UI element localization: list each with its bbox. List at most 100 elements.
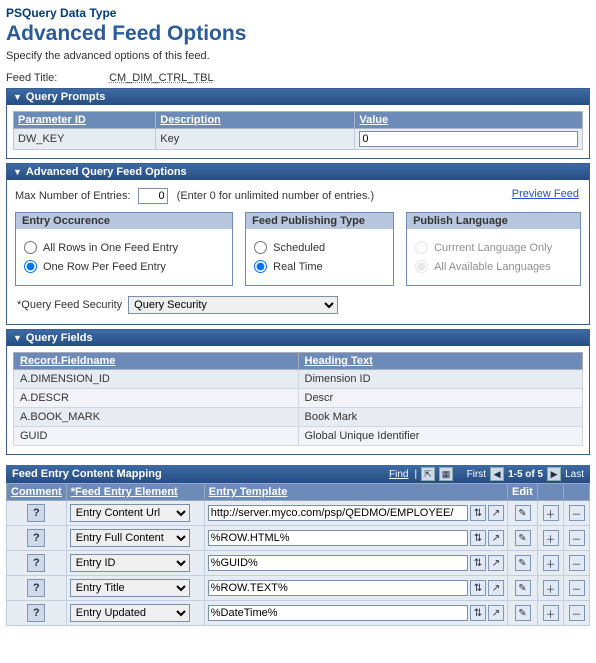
add-row-icon[interactable]: ＋ <box>543 505 559 521</box>
popup-icon[interactable]: ↗ <box>488 605 504 621</box>
prompt-param: DW_KEY <box>14 129 156 150</box>
add-row-icon[interactable]: ＋ <box>543 580 559 596</box>
entry-template-input[interactable] <box>208 555 468 571</box>
edit-icon[interactable]: ✎ <box>515 580 531 596</box>
mapping-table: Comment *Feed Entry Element Entry Templa… <box>6 483 590 626</box>
prompt-desc: Key <box>156 129 355 150</box>
radio-label: Real Time <box>273 261 323 273</box>
delete-row-icon[interactable]: － <box>569 530 585 546</box>
query-prompts-header[interactable]: ▼ Query Prompts <box>7 89 589 105</box>
feed-element-select[interactable]: Entry Content Url <box>70 504 190 522</box>
max-entries-input[interactable] <box>138 188 168 204</box>
spinner-icon[interactable]: ⇅ <box>470 505 486 521</box>
col-add <box>538 484 564 501</box>
delete-row-icon[interactable]: － <box>569 505 585 521</box>
prompts-table: Parameter ID Description Value DW_KEY Ke… <box>13 111 583 150</box>
nav-range: 1-5 of 5 <box>508 469 543 480</box>
edit-icon[interactable]: ✎ <box>515 555 531 571</box>
table-row: ? Entry ID ⇅↗ ✎ ＋ － <box>7 551 590 576</box>
field-heading: Dimension ID <box>298 370 583 389</box>
popup-icon[interactable]: ↗ <box>488 555 504 571</box>
spinner-icon[interactable]: ⇅ <box>470 605 486 621</box>
table-row: DW_KEY Key <box>14 129 583 150</box>
popup-icon[interactable]: ↗ <box>488 580 504 596</box>
add-row-icon[interactable]: ＋ <box>543 555 559 571</box>
max-entries-label: Max Number of Entries: <box>15 190 131 202</box>
table-row: A.BOOK_MARKBook Mark <box>14 408 583 427</box>
feed-element-select[interactable]: Entry Full Content <box>70 529 190 547</box>
spinner-icon[interactable]: ⇅ <box>470 580 486 596</box>
query-fields-section: ▼ Query Fields Record.Fieldname Heading … <box>6 329 590 455</box>
preview-feed-link[interactable]: Preview Feed <box>512 188 579 200</box>
radio-label: All Available Languages <box>434 261 551 273</box>
field-rec: A.DIMENSION_ID <box>14 370 299 389</box>
spinner-icon[interactable]: ⇅ <box>470 555 486 571</box>
delete-row-icon[interactable]: － <box>569 555 585 571</box>
entry-template-input[interactable] <box>208 530 468 546</box>
field-heading: Descr <box>298 389 583 408</box>
add-row-icon[interactable]: ＋ <box>543 605 559 621</box>
edit-icon[interactable]: ✎ <box>515 505 531 521</box>
advanced-options-header[interactable]: ▼ Advanced Query Feed Options <box>7 164 589 180</box>
field-heading: Book Mark <box>298 408 583 427</box>
add-row-icon[interactable]: ＋ <box>543 530 559 546</box>
feed-element-select[interactable]: Entry Title <box>70 579 190 597</box>
group-title: Publish Language <box>407 213 580 229</box>
radio-label: All Rows in One Feed Entry <box>43 242 178 254</box>
feed-security-select[interactable]: Query Security <box>128 296 338 314</box>
col-heading-text[interactable]: Heading Text <box>298 353 583 370</box>
scheduled-radio[interactable] <box>254 241 267 254</box>
grid-icon[interactable]: ▦ <box>439 467 453 481</box>
col-comment[interactable]: Comment <box>7 484 67 501</box>
entry-occurrence-group: Entry Occurence All Rows in One Feed Ent… <box>15 212 233 286</box>
section-title: Advanced Query Feed Options <box>26 166 187 178</box>
radio-label: One Row Per Feed Entry <box>43 261 166 273</box>
mapping-header: Feed Entry Content Mapping Find| ⇱ ▦ Fir… <box>6 465 590 483</box>
delete-row-icon[interactable]: － <box>569 605 585 621</box>
help-icon[interactable]: ? <box>27 604 45 622</box>
help-icon[interactable]: ? <box>27 504 45 522</box>
feed-element-select[interactable]: Entry Updated <box>70 604 190 622</box>
radio-label: Scheduled <box>273 242 325 254</box>
col-parameter-id[interactable]: Parameter ID <box>14 112 156 129</box>
mapping-title: Feed Entry Content Mapping <box>12 468 162 480</box>
find-link[interactable]: Find <box>389 469 408 480</box>
nav-last[interactable]: Last <box>565 469 584 480</box>
spinner-icon[interactable]: ⇅ <box>470 530 486 546</box>
col-description[interactable]: Description <box>156 112 355 129</box>
entry-all-rows-radio[interactable] <box>24 241 37 254</box>
entry-template-input[interactable] <box>208 505 468 521</box>
col-element[interactable]: *Feed Entry Element <box>66 484 204 501</box>
chevron-right-icon[interactable]: ▶ <box>547 467 561 481</box>
group-title: Feed Publishing Type <box>246 213 393 229</box>
edit-icon[interactable]: ✎ <box>515 530 531 546</box>
feed-title-value: CM_DIM_CTRL_TBL <box>89 72 214 84</box>
query-fields-header[interactable]: ▼ Query Fields <box>7 330 589 346</box>
realtime-radio[interactable] <box>254 260 267 273</box>
help-icon[interactable]: ? <box>27 529 45 547</box>
section-title: Query Fields <box>26 332 93 344</box>
collapse-icon: ▼ <box>13 333 22 343</box>
prompt-value-input[interactable] <box>359 131 578 147</box>
feed-element-select[interactable]: Entry ID <box>70 554 190 572</box>
col-record-fieldname[interactable]: Record.Fieldname <box>14 353 299 370</box>
help-icon[interactable]: ? <box>27 554 45 572</box>
entry-one-row-radio[interactable] <box>24 260 37 273</box>
popup-icon[interactable]: ↗ <box>488 505 504 521</box>
nav-first[interactable]: First <box>467 469 486 480</box>
export-icon[interactable]: ⇱ <box>421 467 435 481</box>
col-edit: Edit <box>508 484 538 501</box>
query-fields-table: Record.Fieldname Heading Text A.DIMENSIO… <box>13 352 583 446</box>
table-row: ? Entry Updated ⇅↗ ✎ ＋ － <box>7 601 590 626</box>
entry-template-input[interactable] <box>208 605 468 621</box>
collapse-icon: ▼ <box>13 167 22 177</box>
entry-template-input[interactable] <box>208 580 468 596</box>
delete-row-icon[interactable]: － <box>569 580 585 596</box>
popup-icon[interactable]: ↗ <box>488 530 504 546</box>
help-icon[interactable]: ? <box>27 579 45 597</box>
all-lang-radio <box>415 260 428 273</box>
col-value[interactable]: Value <box>355 112 583 129</box>
col-template[interactable]: Entry Template <box>204 484 507 501</box>
edit-icon[interactable]: ✎ <box>515 605 531 621</box>
chevron-left-icon[interactable]: ◀ <box>490 467 504 481</box>
